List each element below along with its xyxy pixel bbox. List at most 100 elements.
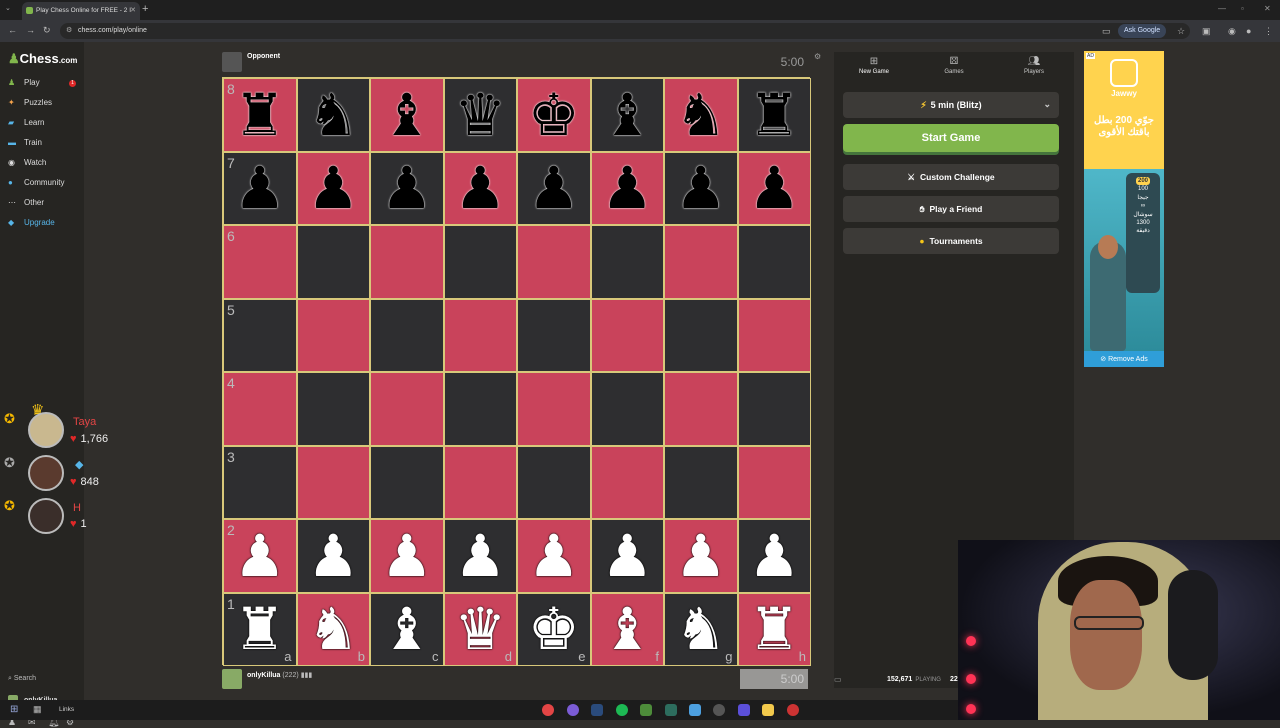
black-piece[interactable]: ♟ [381, 159, 433, 217]
sidebar-item-train[interactable]: ▬ Train [8, 138, 42, 152]
white-piece[interactable]: ♜ [234, 600, 286, 658]
tab-games[interactable]: ⚄ Games [914, 56, 994, 75]
square-d7[interactable]: ♟ [443, 151, 517, 225]
white-piece[interactable]: ♞ [307, 600, 359, 658]
chess-board[interactable]: 8 ♜ ♞ ♝ ♛ ♚ ♝ ♞ ♜ 7 ♟ ♟ ♟ ♟ ♟ ♟ ♟ ♟ 6 5 4 3 2 ♟ ♟ ♟ ♟ ♟ ♟ ♟ ♟ 1 a ♜ b ♞ c ♝ d ♛… [222, 77, 811, 666]
square-e6[interactable] [517, 225, 591, 299]
tab-new-game[interactable]: ⊞ New Game [834, 56, 914, 75]
black-piece[interactable]: ♟ [601, 159, 653, 217]
url-field[interactable]: ⚙ chess.com/play/online [60, 23, 1190, 39]
black-piece[interactable]: ♟ [748, 159, 800, 217]
player-name[interactable]: onlyKillua (222) ▮▮▮ [247, 671, 312, 679]
square-f6[interactable] [590, 225, 664, 299]
square-g2[interactable]: ♟ [664, 519, 738, 593]
square-c2[interactable]: ♟ [370, 519, 444, 593]
square-c6[interactable] [370, 225, 444, 299]
square-e8[interactable]: ♚ [517, 78, 591, 152]
sidebar-search[interactable]: ⌕ Search [8, 675, 36, 683]
square-b5[interactable] [296, 298, 370, 372]
black-piece[interactable]: ♝ [601, 86, 653, 144]
square-c5[interactable] [370, 298, 444, 372]
square-b6[interactable] [296, 225, 370, 299]
white-piece[interactable]: ♟ [528, 527, 580, 585]
square-d5[interactable] [443, 298, 517, 372]
minecraft-icon[interactable] [640, 704, 652, 716]
white-piece[interactable]: ♝ [601, 600, 653, 658]
square-d2[interactable]: ♟ [443, 519, 517, 593]
square-a6[interactable]: 6 [223, 225, 297, 299]
steam-icon[interactable] [591, 704, 603, 716]
square-h5[interactable] [737, 298, 811, 372]
install-app-icon[interactable]: ▭ [1102, 26, 1111, 37]
black-piece[interactable]: ♛ [454, 86, 506, 144]
square-b2[interactable]: ♟ [296, 519, 370, 593]
sidebar-item-upgrade[interactable]: ◆ Upgrade [8, 218, 55, 232]
square-f5[interactable] [590, 298, 664, 372]
square-f4[interactable] [590, 372, 664, 446]
profile-icon[interactable]: ◉ [1228, 26, 1236, 37]
window-close-icon[interactable]: ✕ [1264, 4, 1271, 13]
xbox-icon[interactable] [665, 704, 677, 716]
square-h1[interactable]: h ♜ [737, 592, 811, 666]
tournaments-button[interactable]: ● Tournaments [843, 228, 1059, 254]
spotify-icon[interactable] [616, 704, 628, 716]
square-a5[interactable]: 5 [223, 298, 297, 372]
square-a8[interactable]: 8 ♜ [223, 78, 297, 152]
black-piece[interactable]: ♟ [528, 159, 580, 217]
time-control-select[interactable]: ⚡︎ 5 min (Blitz) ⌄ [843, 92, 1059, 118]
player-avatar[interactable] [222, 669, 242, 689]
sidebar-item-watch[interactable]: ◉ Watch [8, 158, 46, 172]
square-e5[interactable] [517, 298, 591, 372]
white-piece[interactable]: ♟ [675, 527, 727, 585]
square-f7[interactable]: ♟ [590, 151, 664, 225]
maximize-icon[interactable]: ▫ [1241, 4, 1244, 13]
sidebar-item-learn[interactable]: ▰ Learn [8, 118, 44, 132]
square-b1[interactable]: b ♞ [296, 592, 370, 666]
square-d3[interactable] [443, 445, 517, 519]
black-piece[interactable]: ♟ [675, 159, 727, 217]
square-h6[interactable] [737, 225, 811, 299]
new-tab-icon[interactable]: + [142, 3, 148, 15]
square-c8[interactable]: ♝ [370, 78, 444, 152]
taskbar-links[interactable]: Links [59, 706, 74, 713]
browser-tab[interactable]: Play Chess Online for FREE - 2 I ✕ [22, 2, 140, 20]
square-d4[interactable] [443, 372, 517, 446]
square-g3[interactable] [664, 445, 738, 519]
square-c4[interactable] [370, 372, 444, 446]
black-piece[interactable]: ♟ [454, 159, 506, 217]
square-e2[interactable]: ♟ [517, 519, 591, 593]
square-h7[interactable]: ♟ [737, 151, 811, 225]
square-f1[interactable]: f ♝ [590, 592, 664, 666]
square-h8[interactable]: ♜ [737, 78, 811, 152]
task-view-icon[interactable]: ▦ [33, 704, 42, 715]
file-explorer-icon[interactable] [762, 704, 774, 716]
ask-google-button[interactable]: Ask Google [1118, 24, 1167, 38]
white-piece[interactable]: ♟ [234, 527, 286, 585]
square-e4[interactable] [517, 372, 591, 446]
black-piece[interactable]: ♜ [234, 86, 286, 144]
white-piece[interactable]: ♝ [381, 600, 433, 658]
browser-profile-icon[interactable] [567, 704, 579, 716]
black-piece[interactable]: ♚ [528, 86, 580, 144]
square-d6[interactable] [443, 225, 517, 299]
sidebar-item-play[interactable]: ♟ Play [8, 78, 40, 92]
square-c3[interactable] [370, 445, 444, 519]
back-icon[interactable]: ← [8, 25, 17, 35]
square-e3[interactable] [517, 445, 591, 519]
chess-com-logo[interactable]: ♟Chess.com [8, 51, 77, 67]
white-piece[interactable]: ♟ [381, 527, 433, 585]
bookmark-star-icon[interactable]: ☆ [1177, 26, 1185, 37]
black-piece[interactable]: ♟ [307, 159, 359, 217]
square-d1[interactable]: d ♛ [443, 592, 517, 666]
app-icon[interactable] [738, 704, 750, 716]
square-a4[interactable]: 4 [223, 372, 297, 446]
custom-challenge-button[interactable]: ⚔ Custom Challenge [843, 164, 1059, 190]
white-piece[interactable]: ♛ [454, 600, 506, 658]
chat-icon[interactable]: ▭ [834, 675, 842, 684]
square-f8[interactable]: ♝ [590, 78, 664, 152]
square-h2[interactable]: ♟ [737, 519, 811, 593]
tab-list-icon[interactable]: ⌄ [5, 4, 11, 12]
black-piece[interactable]: ♟ [234, 159, 286, 217]
square-a3[interactable]: 3 [223, 445, 297, 519]
close-tab-icon[interactable]: ✕ [130, 6, 136, 14]
